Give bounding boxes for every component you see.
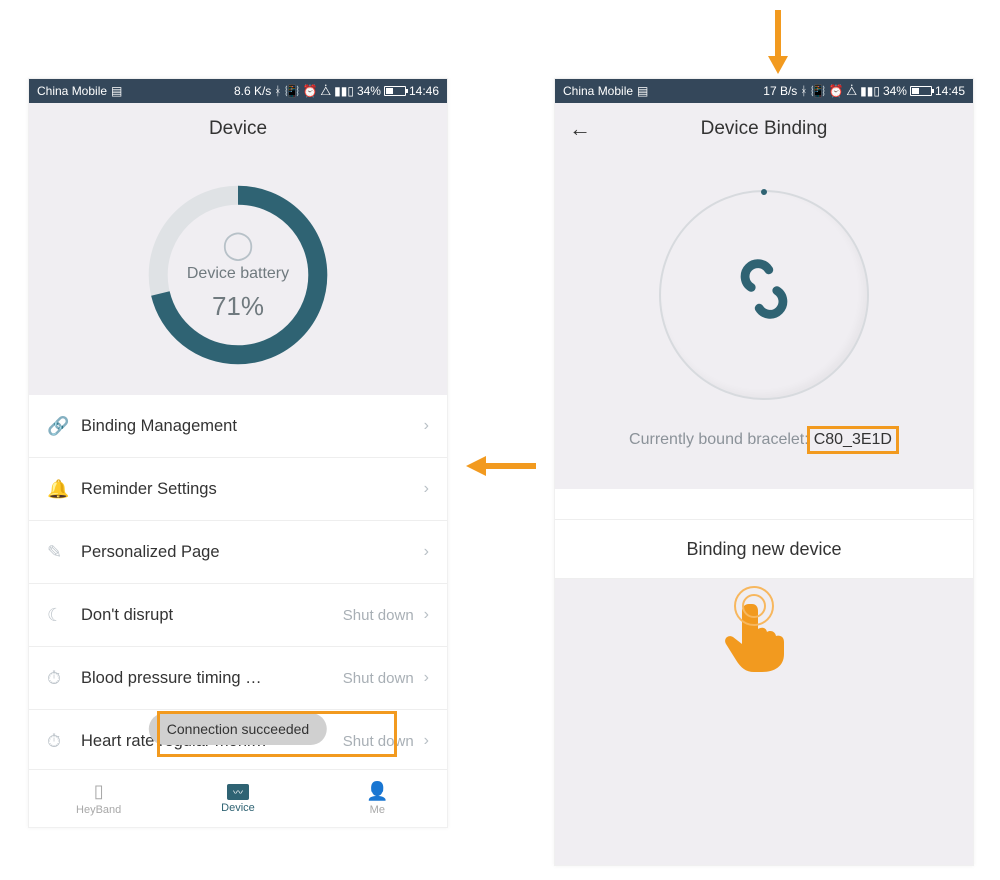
menu-binding-management[interactable]: 🔗 Binding Management › xyxy=(29,395,447,458)
bottom-nav: ▯ HeyBand 〰 Device 👤 Me xyxy=(29,769,447,827)
annotation-arrow-down xyxy=(764,6,792,76)
signal-icon: ▮▮▯ xyxy=(860,84,880,98)
annotation-tap-finger xyxy=(720,598,788,679)
bound-device-text: Currently bound bracelet:C80_3E1D xyxy=(629,426,899,454)
binding-status-area: Currently bound bracelet:C80_3E1D xyxy=(555,155,973,489)
battery-percent: 34% xyxy=(883,84,907,98)
bell-icon: 🔔 xyxy=(47,479,81,500)
bound-device-id: C80_3E1D xyxy=(807,426,899,454)
battery-gauge: ◯ Device battery 71% xyxy=(143,180,333,370)
bluetooth-icon: ᚼ xyxy=(800,84,807,98)
band-icon: ▯ xyxy=(94,781,104,802)
chevron-right-icon: › xyxy=(424,669,429,687)
menu-label: Binding Management xyxy=(81,417,424,436)
wifi-icon: ⧊ xyxy=(846,84,857,99)
carrier-label: China Mobile xyxy=(37,84,107,98)
wand-icon: ✎ xyxy=(47,542,81,563)
device-icon: 〰 xyxy=(227,784,249,800)
menu-label: Don't disrupt xyxy=(81,606,343,625)
chevron-right-icon: › xyxy=(424,417,429,435)
nav-label: Me xyxy=(370,804,385,816)
bluetooth-icon: ᚼ xyxy=(274,84,281,98)
net-speed: 17 B/s xyxy=(763,84,797,98)
chain-link-icon xyxy=(724,249,804,342)
vibrate-icon: 📳 xyxy=(811,84,826,98)
battery-icon xyxy=(384,86,406,96)
chevron-right-icon: › xyxy=(424,480,429,498)
battery-icon xyxy=(910,86,932,96)
nav-device[interactable]: 〰 Device xyxy=(168,770,307,827)
battery-value: 71% xyxy=(212,291,264,322)
binding-indicator xyxy=(659,190,869,400)
page-title: Device xyxy=(29,103,447,155)
menu-label: Reminder Settings xyxy=(81,480,424,499)
signal-icon: ▮▮▯ xyxy=(334,84,354,98)
chevron-right-icon: › xyxy=(424,543,429,561)
battery-percent: 34% xyxy=(357,84,381,98)
menu-label: Blood pressure timing … xyxy=(81,669,343,688)
nav-me[interactable]: 👤 Me xyxy=(308,770,447,827)
carrier-label: China Mobile xyxy=(563,84,633,98)
moon-icon: ☾ xyxy=(47,605,81,626)
chevron-right-icon: › xyxy=(424,732,429,750)
ring-icon: ◯ xyxy=(222,228,253,261)
device-screen: China Mobile ▤ 8.6 K/s ᚼ 📳 ⏰ ⧊ ▮▮▯ 34% 1… xyxy=(28,78,448,828)
vibrate-icon: 📳 xyxy=(285,84,300,98)
nav-heyband[interactable]: ▯ HeyBand xyxy=(29,770,168,827)
page-title: ← Device Binding xyxy=(555,103,973,155)
binding-new-device-button[interactable]: Binding new device xyxy=(555,519,973,579)
status-bar: China Mobile ▤ 8.6 K/s ᚼ 📳 ⏰ ⧊ ▮▮▯ 34% 1… xyxy=(29,79,447,103)
battery-label: Device battery xyxy=(187,265,289,283)
menu-value: Shut down xyxy=(343,670,414,687)
alarm-icon: ⏰ xyxy=(302,84,317,98)
chevron-right-icon: › xyxy=(424,606,429,624)
menu-blood-pressure[interactable]: ⏱ Blood pressure timing … Shut down › xyxy=(29,647,447,710)
clock-icon: ⏱ xyxy=(47,668,81,689)
device-binding-screen: China Mobile ▤ 17 B/s ᚼ 📳 ⏰ ⧊ ▮▮▯ 34% 14… xyxy=(554,78,974,866)
annotation-arrow-left xyxy=(462,452,540,480)
sim-icon: ▤ xyxy=(637,84,648,98)
net-speed: 8.6 K/s xyxy=(234,84,271,98)
clock-icon: ⏱ xyxy=(47,731,81,752)
battery-gauge-area: ◯ Device battery 71% xyxy=(29,155,447,395)
link-icon: 🔗 xyxy=(47,416,81,437)
annotation-highlight-box xyxy=(157,711,397,757)
person-icon: 👤 xyxy=(366,781,388,802)
wifi-icon: ⧊ xyxy=(320,84,331,99)
status-bar: China Mobile ▤ 17 B/s ᚼ 📳 ⏰ ⧊ ▮▮▯ 34% 14… xyxy=(555,79,973,103)
menu-label: Personalized Page xyxy=(81,543,424,562)
clock: 14:45 xyxy=(935,84,965,98)
menu-reminder-settings[interactable]: 🔔 Reminder Settings › xyxy=(29,458,447,521)
nav-label: Device xyxy=(221,802,255,814)
alarm-icon: ⏰ xyxy=(828,84,843,98)
nav-label: HeyBand xyxy=(76,804,121,816)
menu-dont-disrupt[interactable]: ☾ Don't disrupt Shut down › xyxy=(29,584,447,647)
menu-value: Shut down xyxy=(343,607,414,624)
back-button[interactable]: ← xyxy=(569,116,591,142)
sim-icon: ▤ xyxy=(111,84,122,98)
clock: 14:46 xyxy=(409,84,439,98)
menu-personalized-page[interactable]: ✎ Personalized Page › xyxy=(29,521,447,584)
